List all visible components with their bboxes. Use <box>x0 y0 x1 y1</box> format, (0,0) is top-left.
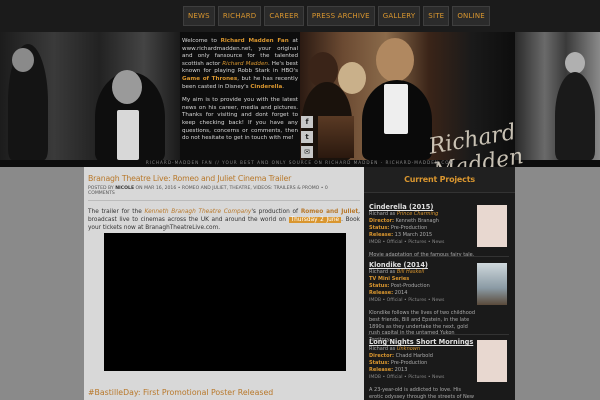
header-thumbnail <box>318 116 354 158</box>
facebook-icon[interactable]: f <box>301 116 313 128</box>
sidebar-header: Current Projects <box>364 167 515 193</box>
intro-text: Welcome to Richard Madden Fan at www.ric… <box>182 38 299 142</box>
project-poster <box>477 205 507 247</box>
project-cinderella: Cinderella (2015) Richard as Prince Char… <box>369 203 512 259</box>
nav-online[interactable]: Online <box>452 6 490 26</box>
divider <box>368 256 509 257</box>
nav-richard[interactable]: Richard <box>217 6 262 26</box>
project-long-nights: Long Nights Short Mornings Richard as Un… <box>369 338 512 400</box>
company-link[interactable]: Kenneth Branagh Theatre Company <box>145 209 252 215</box>
left-margin <box>0 167 84 400</box>
post-title-2[interactable]: #BastilleDay: First Promotional Poster R… <box>88 388 273 397</box>
twitter-icon[interactable]: t <box>301 131 313 143</box>
video-player[interactable] <box>104 233 346 371</box>
nav-site[interactable]: Site <box>423 6 450 26</box>
nav-press-archive[interactable]: Press Archive <box>306 6 375 26</box>
project-klondike: Klondike (2014) Richard as Bill Haskell … <box>369 261 512 344</box>
main-content: Branagh Theatre Live: Romeo and Juliet C… <box>84 167 364 400</box>
site-header: Welcome to Richard Madden Fan at www.ric… <box>0 32 600 167</box>
header-photo-left <box>0 32 180 160</box>
nav-gallery[interactable]: Gallery <box>377 6 421 26</box>
divider <box>368 334 509 335</box>
play-link[interactable]: Romeo and Juliet <box>301 209 358 215</box>
main-nav: News Richard Career Press Archive Galler… <box>183 6 490 26</box>
project-poster <box>477 340 507 382</box>
nav-career[interactable]: Career <box>264 6 304 26</box>
date-highlight[interactable]: Thursday 2 June <box>288 216 342 223</box>
sidebar: Current Projects Cinderella (2015) Richa… <box>364 167 515 400</box>
post-title[interactable]: Branagh Theatre Live: Romeo and Juliet C… <box>84 167 364 183</box>
email-icon[interactable]: ✉ <box>301 146 313 158</box>
top-bar: News Richard Career Press Archive Galler… <box>0 0 600 32</box>
post-meta: POSTED BY NICOLE ON MAR 16, 2016 • ROMEO… <box>88 183 360 201</box>
social-links: f t ✉ <box>301 116 313 158</box>
post-author[interactable]: NICOLE <box>115 186 134 191</box>
nav-news[interactable]: News <box>183 6 215 26</box>
header-tagline: RICHARD-MADDEN FAN // YOUR BEST AND ONLY… <box>145 160 455 165</box>
site-name-highlight: Richard Madden Fan <box>220 38 289 44</box>
project-poster <box>477 263 507 305</box>
right-margin <box>515 167 600 400</box>
post-body: The trailer for the Kenneth Branagh Thea… <box>88 209 360 231</box>
